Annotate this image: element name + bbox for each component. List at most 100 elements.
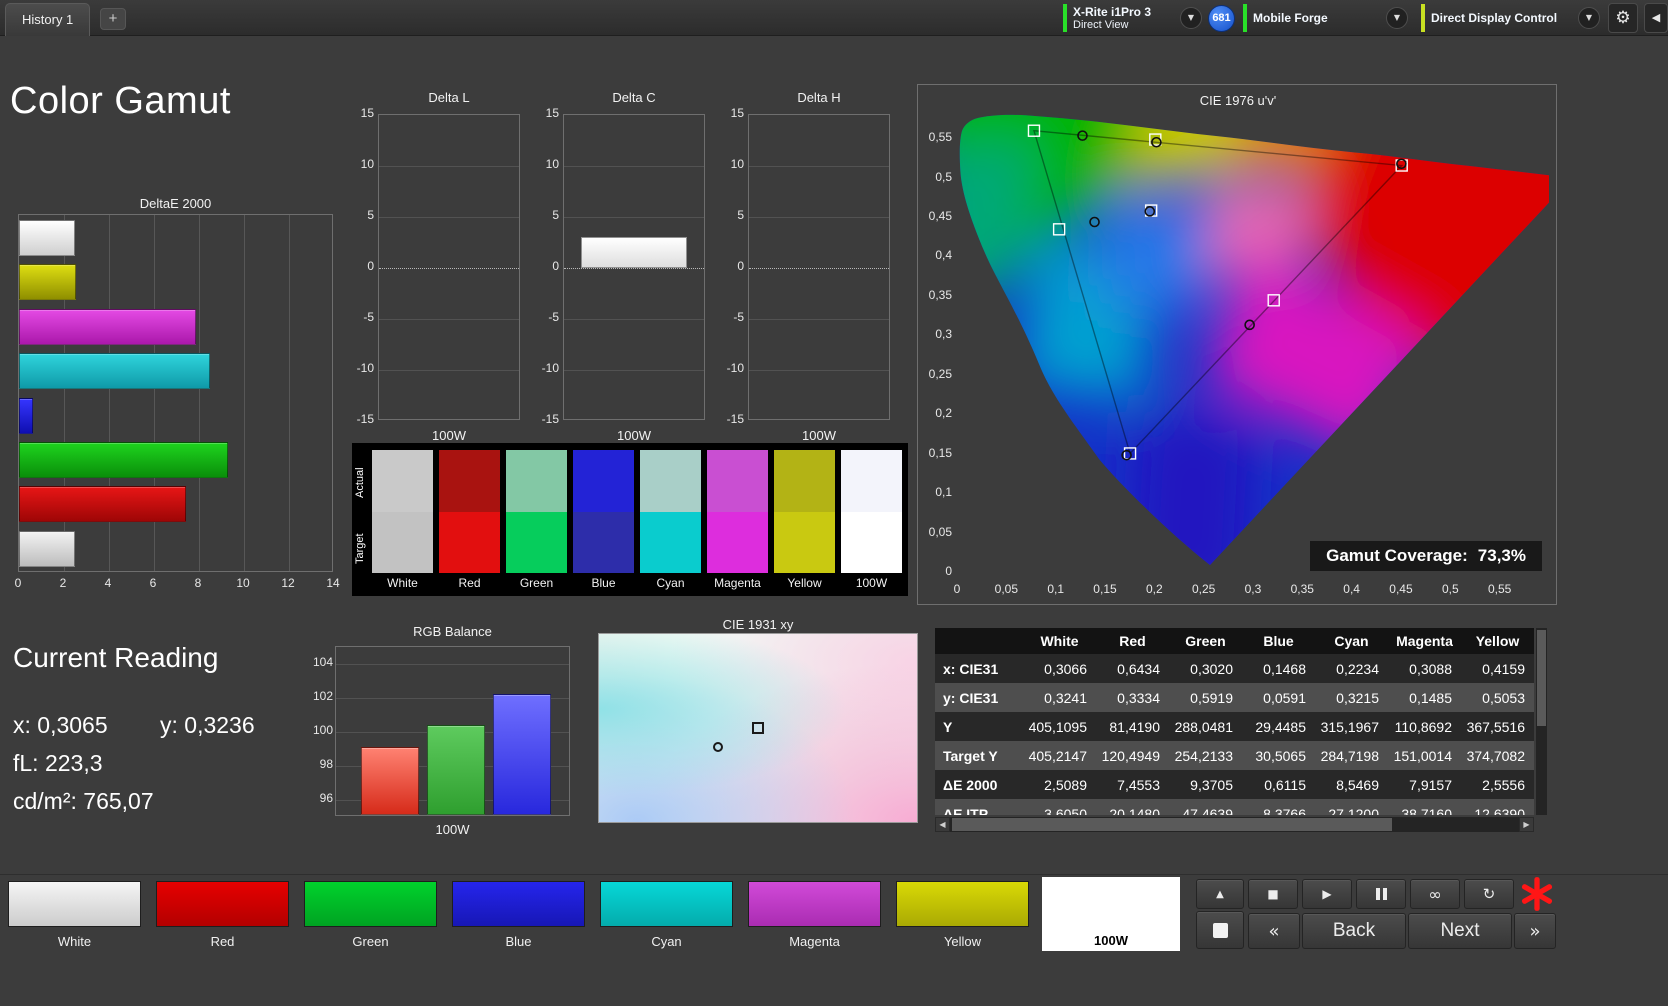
table-row: ΔE 2000 2,5089 7,4553 9,3705 0,6115 8,5469 7,9… bbox=[935, 770, 1534, 799]
actual-swatch bbox=[573, 450, 634, 512]
cie1976-panel: CIE 1976 u'v' 0 0,05 0,1 0,15 0,2 0,25 0,3 0,35… bbox=[917, 84, 1557, 605]
scroll-right-icon[interactable]: ▶ bbox=[1519, 817, 1534, 832]
source-dropdown-icon[interactable]: ▼ bbox=[1386, 7, 1408, 29]
table-cell: 0,6115 bbox=[1264, 776, 1306, 793]
table-cell: 0,3241 bbox=[1044, 689, 1087, 706]
deltae-bar-yellow bbox=[19, 264, 77, 301]
next-label: Next bbox=[1440, 920, 1480, 941]
pattern-swatch bbox=[8, 881, 141, 927]
y-tick-label: -10 bbox=[356, 361, 374, 375]
settings-gear-icon[interactable]: ⚙ bbox=[1608, 3, 1638, 33]
x-tick-label: 0,2 bbox=[1145, 582, 1163, 596]
source-selector[interactable]: Mobile Forge bbox=[1243, 3, 1328, 33]
swatch-column-blue: Blue bbox=[573, 450, 634, 593]
back-label: Back bbox=[1332, 920, 1376, 941]
pattern-swatch bbox=[452, 881, 585, 927]
gridline bbox=[564, 217, 704, 218]
y-tick-label: 0,05 bbox=[928, 524, 952, 539]
history-tab[interactable]: History 1 bbox=[5, 3, 91, 36]
x-tick-label: 0,55 bbox=[1487, 582, 1512, 596]
swatch-column-green: Green bbox=[506, 450, 567, 593]
vertical-scroll-thumb[interactable] bbox=[1537, 630, 1546, 726]
x-tick-label: 0,45 bbox=[1389, 582, 1413, 596]
pattern-button-white[interactable]: White bbox=[8, 881, 141, 949]
pattern-button-magenta[interactable]: Magenta bbox=[748, 881, 881, 949]
table-cell: 3,6050 bbox=[1044, 805, 1087, 816]
collapse-panel-icon[interactable]: ◀ bbox=[1644, 3, 1668, 33]
display-control-selector[interactable]: Direct Display Control bbox=[1421, 3, 1557, 33]
delta-plot bbox=[748, 114, 890, 420]
y-tick-label: 5 bbox=[737, 208, 744, 222]
horizontal-scroll-thumb[interactable] bbox=[952, 818, 1392, 831]
table-cell: 405,2147 bbox=[1028, 747, 1087, 764]
y-tick-label: 5 bbox=[367, 208, 374, 222]
y-tick-label: -15 bbox=[726, 412, 744, 426]
table-vertical-scrollbar[interactable] bbox=[1536, 628, 1547, 815]
zero-line bbox=[749, 268, 889, 269]
y-tick-label: 102 bbox=[312, 689, 333, 703]
table-cell: 12,6390 bbox=[1474, 805, 1525, 816]
pattern-button-cyan[interactable]: Cyan bbox=[600, 881, 733, 949]
column-header-green: Green bbox=[1169, 628, 1242, 654]
delta-c-chart: Delta C 15 10 5 0 -5 -10 -15 100W bbox=[527, 90, 707, 443]
y-tick-label: 15 bbox=[360, 106, 374, 120]
refresh-button[interactable]: ↻ bbox=[1464, 879, 1514, 909]
new-tab-button[interactable]: + bbox=[100, 8, 126, 30]
cie1976-title: CIE 1976 u'v' bbox=[1199, 93, 1277, 108]
table-cell: 0,4159 bbox=[1482, 660, 1525, 677]
pattern-button-yellow[interactable]: Yellow bbox=[896, 881, 1029, 949]
delta-chart-title: Delta C bbox=[612, 90, 656, 105]
row-label: ΔE 2000 bbox=[943, 776, 998, 793]
table-cell: 0,3215 bbox=[1336, 689, 1379, 706]
table-row: ΔE ITP 3,6050 20,1480 47,4639 8,3766 27,1200 3… bbox=[935, 799, 1534, 815]
gridline bbox=[749, 217, 889, 218]
row-label: x: CIE31 bbox=[943, 660, 999, 677]
gamut-coverage-label: Gamut Coverage: bbox=[1326, 546, 1468, 565]
actual-swatch bbox=[707, 450, 768, 512]
play-button[interactable]: ▶ bbox=[1302, 879, 1352, 909]
title-bar: History 1 + X-Rite i1Pro 3 Direct View ▼… bbox=[0, 0, 1668, 36]
zero-line bbox=[564, 268, 704, 269]
y-tick-label: 0 bbox=[367, 259, 374, 273]
y-tick-label: -15 bbox=[356, 412, 374, 426]
deltae2000-chart bbox=[18, 214, 333, 572]
meter-dropdown-icon[interactable]: ▼ bbox=[1180, 7, 1202, 29]
calibration-app: { "topbar": { "history_tab": "History 1"… bbox=[0, 0, 1668, 1006]
table-horizontal-scrollbar[interactable]: ◀ ▶ bbox=[935, 817, 1534, 832]
pattern-window-button[interactable] bbox=[1196, 911, 1244, 949]
x-tick-label: 0,5 bbox=[1441, 582, 1459, 596]
pause-button[interactable] bbox=[1356, 879, 1406, 909]
rgb-balance-chart: RGB Balance 100W 104 102 100 98 96 bbox=[301, 624, 571, 840]
stop-button[interactable]: ■ bbox=[1248, 879, 1298, 909]
row-label: ΔE ITP bbox=[943, 805, 989, 816]
loop-button[interactable]: ∞ bbox=[1410, 879, 1460, 909]
table-cell: 0,3088 bbox=[1409, 660, 1452, 677]
first-pattern-button[interactable]: « bbox=[1248, 913, 1300, 949]
next-button[interactable]: Next bbox=[1408, 913, 1512, 949]
swatch-column-cyan: Cyan bbox=[640, 450, 701, 593]
meter-selector[interactable]: X-Rite i1Pro 3 Direct View bbox=[1063, 3, 1151, 33]
delta-x-label: 100W bbox=[617, 428, 651, 443]
actual-row-label: Actual bbox=[354, 467, 366, 499]
pattern-label: Yellow bbox=[943, 934, 982, 949]
pattern-up-button[interactable]: ▲ bbox=[1196, 879, 1244, 909]
table-cell: 254,2133 bbox=[1174, 747, 1233, 764]
pattern-bar: White Red Green Blue Cyan Magenta Yellow 100W ▲… bbox=[0, 874, 1668, 1006]
last-pattern-button[interactable]: » bbox=[1514, 913, 1556, 949]
swatch-column-yellow: Yellow bbox=[774, 450, 835, 593]
pattern-button-green[interactable]: Green bbox=[304, 881, 437, 949]
rgb-bar-green bbox=[427, 724, 485, 815]
gridline bbox=[379, 217, 519, 218]
pattern-button-blue[interactable]: Blue bbox=[452, 881, 585, 949]
scroll-left-icon[interactable]: ◀ bbox=[935, 817, 950, 832]
swatch-label: Cyan bbox=[656, 576, 685, 590]
current-reading-heading: Current Reading bbox=[13, 642, 219, 673]
back-button[interactable]: Back bbox=[1302, 913, 1406, 949]
pattern-button-red[interactable]: Red bbox=[156, 881, 289, 949]
deltae-bar-red bbox=[19, 486, 186, 523]
pattern-button-100w[interactable]: 100W bbox=[1042, 877, 1180, 951]
display-dropdown-icon[interactable]: ▼ bbox=[1578, 7, 1600, 29]
table-cell: 405,1095 bbox=[1028, 718, 1087, 735]
delta-chart-title: Delta H bbox=[797, 90, 841, 105]
y-tick-label: 0,4 bbox=[935, 248, 952, 263]
